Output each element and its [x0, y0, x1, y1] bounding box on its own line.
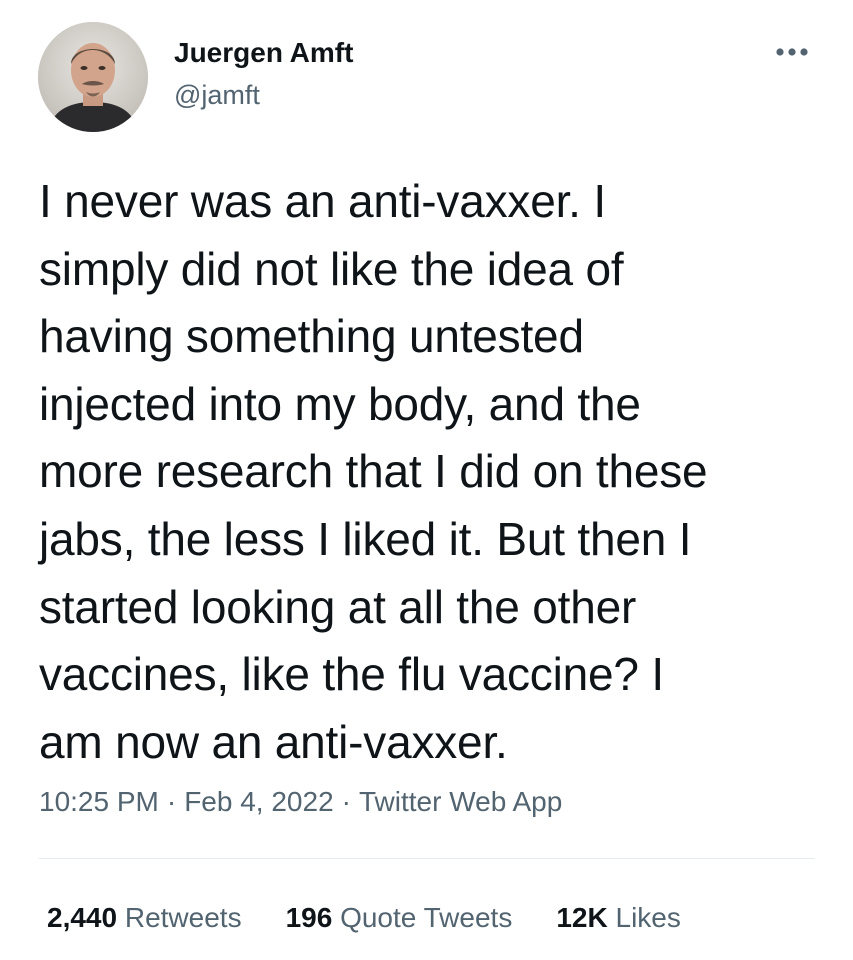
author-info[interactable]: Juergen Amft @jamft — [174, 35, 353, 113]
tweet-text: I never was an anti-vaxxer. I simply did… — [39, 175, 708, 768]
more-horizontal-icon — [776, 48, 808, 56]
divider — [39, 858, 815, 859]
retweets-count: 2,440 — [47, 902, 118, 933]
retweets-label: Retweets — [124, 902, 242, 933]
tweet-stats: 2,440 Retweets 196 Quote Tweets 12K Like… — [39, 900, 681, 936]
avatar-photo — [38, 22, 148, 132]
tweet-time[interactable]: 10:25 PM — [39, 786, 159, 817]
more-options-button[interactable] — [772, 40, 812, 64]
retweets-stat[interactable]: 2,440 Retweets — [47, 900, 242, 936]
likes-label: Likes — [615, 902, 681, 933]
quote-tweets-count: 196 — [285, 902, 333, 933]
tweet-card: Juergen Amft @jamft I never was an anti-… — [0, 0, 853, 960]
author-handle[interactable]: @jamft — [174, 77, 353, 113]
avatar[interactable] — [38, 22, 148, 132]
likes-stat[interactable]: 12K Likes — [556, 900, 681, 936]
author-display-name[interactable]: Juergen Amft — [174, 35, 353, 71]
meta-separator: · — [166, 786, 177, 817]
meta-separator: · — [341, 786, 351, 817]
tweet-metadata: 10:25 PM · Feb 4, 2022 · Twitter Web App — [39, 784, 562, 820]
likes-count: 12K — [556, 902, 608, 933]
tweet-date[interactable]: Feb 4, 2022 — [184, 786, 333, 817]
quote-tweets-label: Quote Tweets — [340, 902, 513, 933]
quote-tweets-stat[interactable]: 196 Quote Tweets — [286, 900, 513, 936]
tweet-source-link[interactable]: Twitter Web App — [359, 786, 562, 817]
